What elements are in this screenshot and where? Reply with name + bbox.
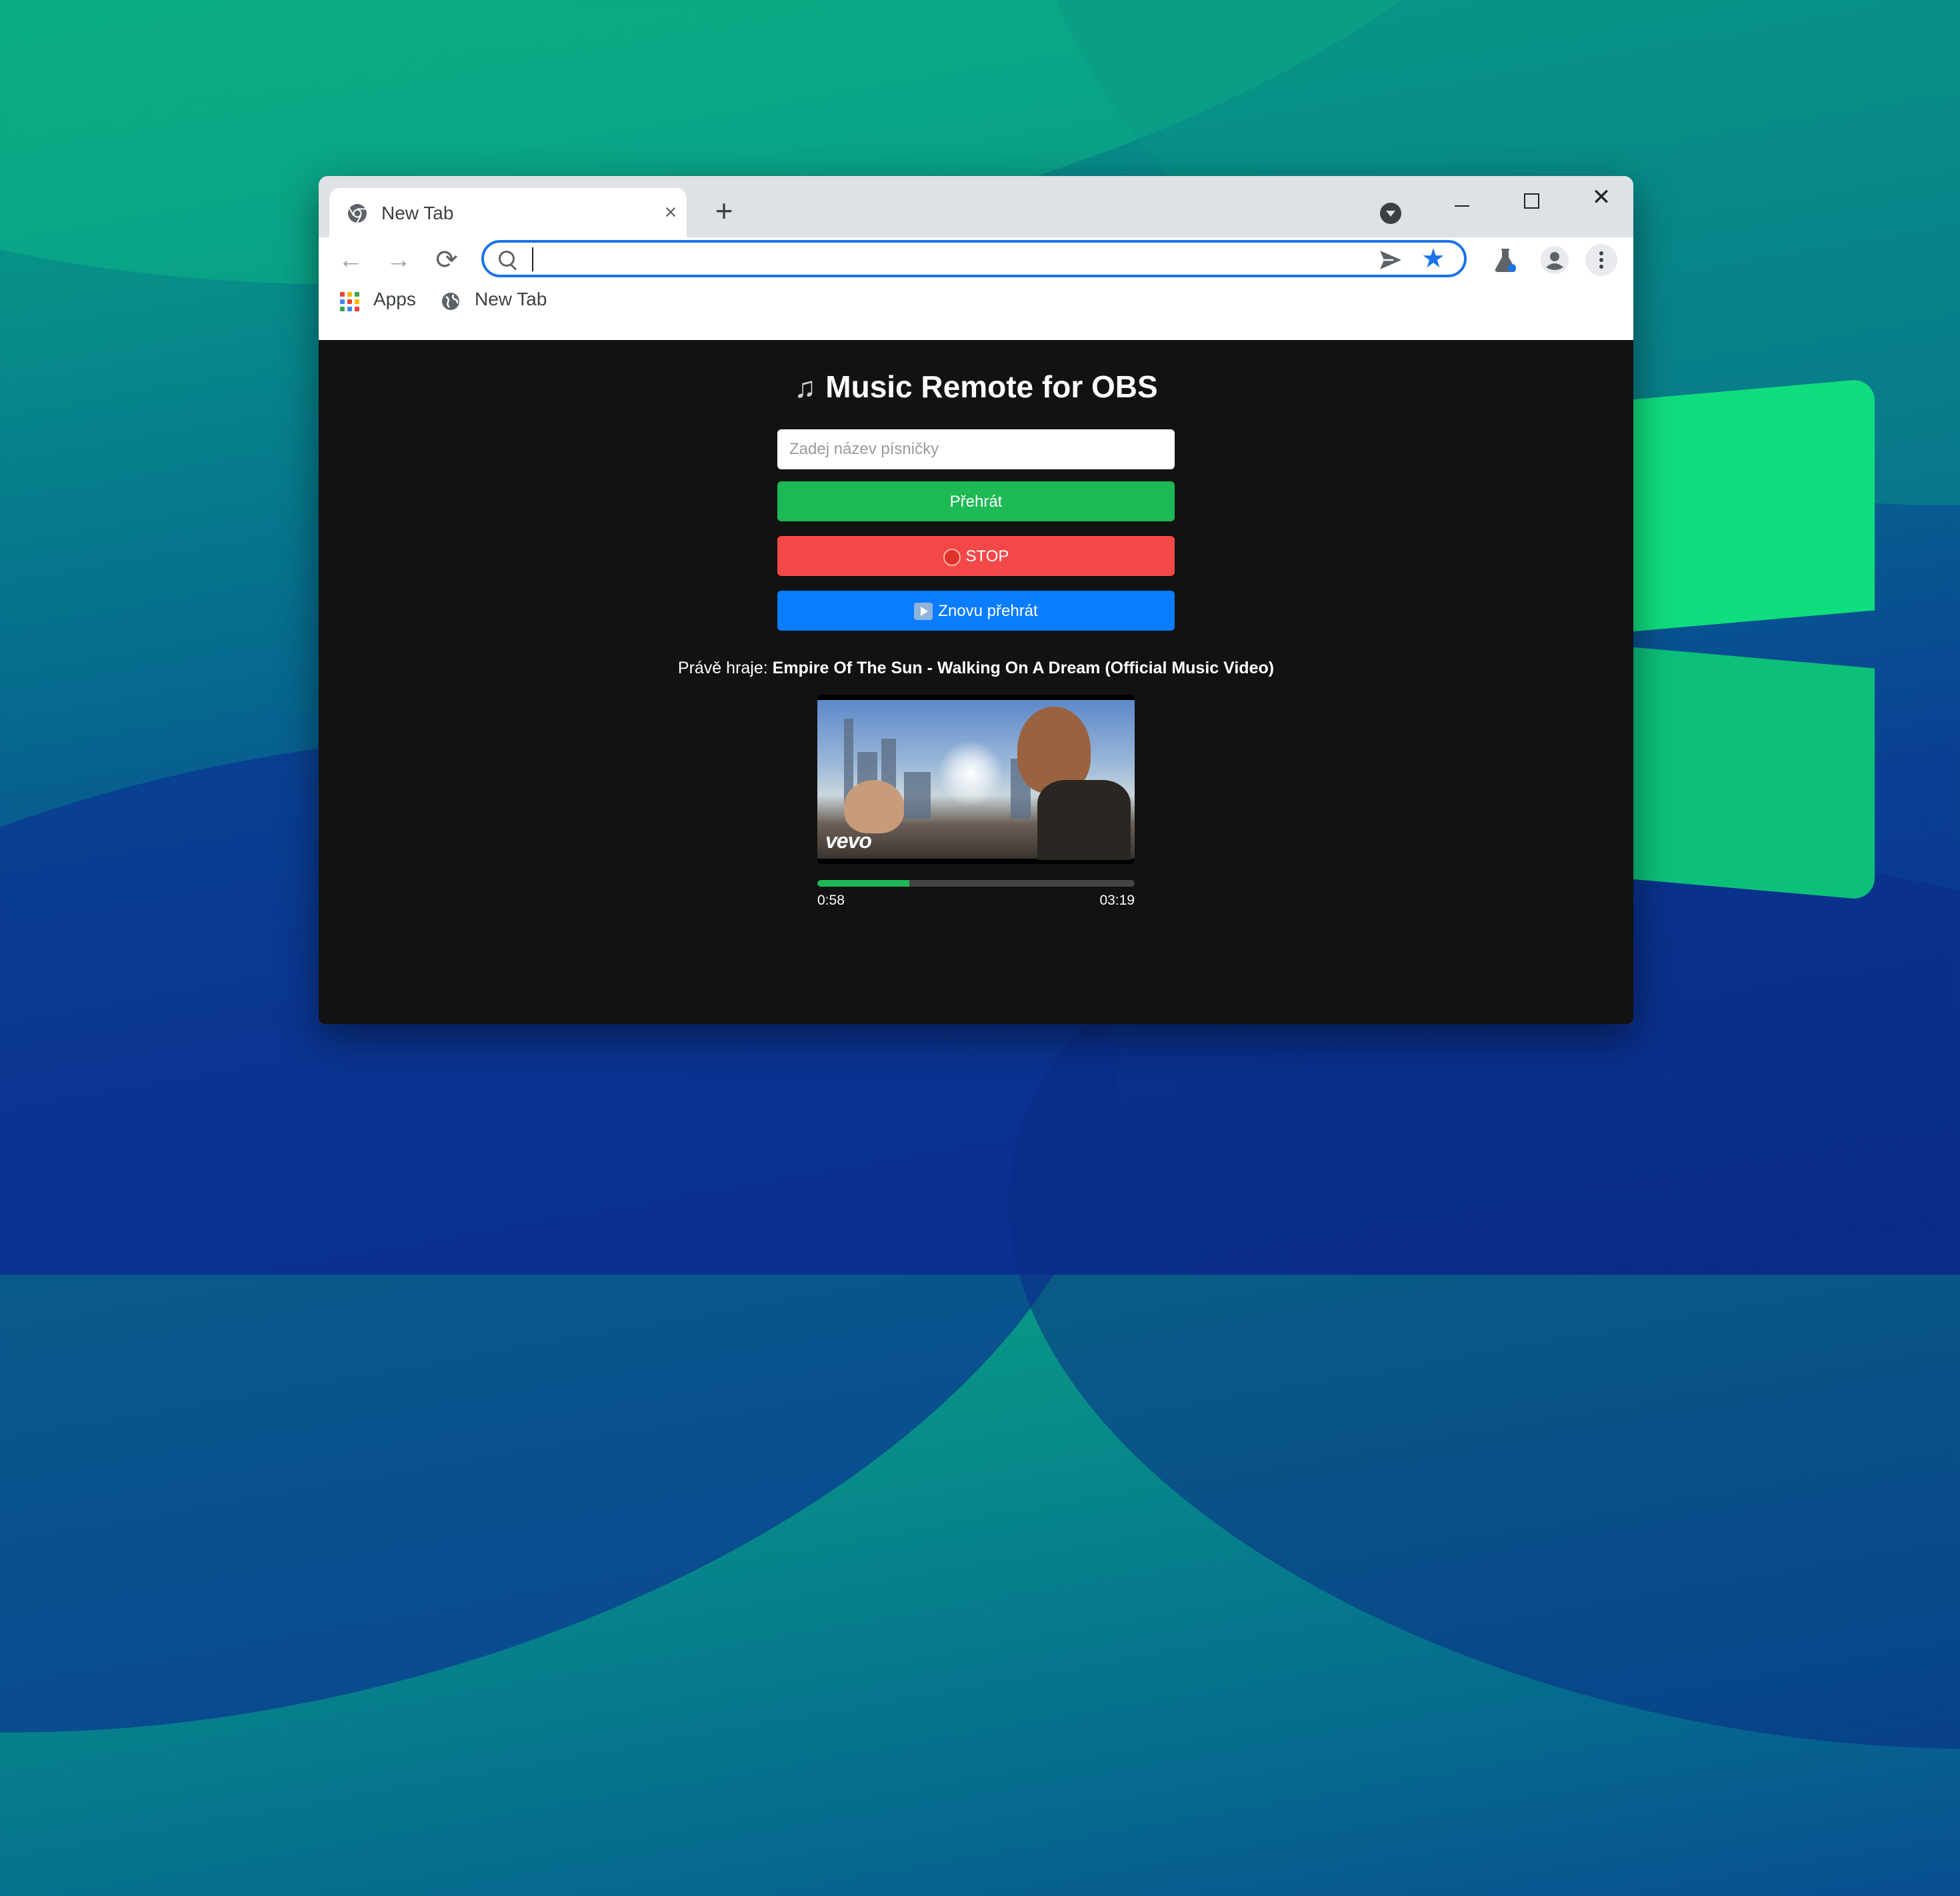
apps-grid-icon[interactable] (340, 292, 360, 312)
bookmark-apps[interactable]: Apps (373, 283, 416, 316)
play-button[interactable]: Přehrát (777, 481, 1175, 521)
new-tab-button[interactable]: + (708, 195, 740, 228)
vevo-logo: vevo (825, 829, 872, 853)
minimize-button[interactable] (1441, 184, 1481, 217)
tab-new-tab[interactable]: New Tab × (329, 188, 687, 237)
address-bar[interactable]: ★ (481, 240, 1467, 277)
address-input[interactable] (531, 247, 1367, 272)
replay-button-label: Znovu přehrát (938, 602, 1038, 620)
current-time: 0:58 (817, 893, 845, 908)
bookmark-new-tab[interactable]: New Tab (475, 283, 547, 316)
profile-icon[interactable] (1539, 244, 1571, 276)
page-title-text: Music Remote for OBS (825, 369, 1158, 404)
tab-title: New Tab (381, 203, 454, 223)
page-content: ♫Music Remote for OBS Přehrát STOP Znovu… (319, 340, 1633, 1024)
total-time: 03:19 (1099, 893, 1135, 908)
search-icon (499, 251, 515, 267)
playback-progress-bar[interactable] (817, 880, 1135, 887)
page-title: ♫ Music Remote for OBS (319, 368, 1633, 407)
send-icon[interactable] (1377, 248, 1404, 272)
stop-button[interactable]: STOP (777, 536, 1175, 576)
bookmarks-bar: Apps New Tab (319, 283, 1633, 316)
video-frame: vevo (817, 700, 1135, 860)
chrome-icon (348, 204, 367, 223)
video-thumbnail: vevo (817, 695, 1135, 864)
browser-toolbar: ← → ⟳ ★ (319, 237, 1633, 283)
browser-window: New Tab × + ✕ ← → ⟳ ★ Apps New Tab ♫ Mus… (319, 176, 1633, 1024)
thumbnail-figure (844, 780, 904, 833)
music-note-icon: ♫ (794, 371, 817, 404)
now-playing: Právě hraje: Empire Of The Sun - Walking… (319, 657, 1633, 679)
thumbnail-figure (1037, 780, 1131, 860)
bookmark-star-icon[interactable]: ★ (1421, 244, 1445, 273)
menu-icon[interactable] (1585, 244, 1617, 276)
tab-strip: New Tab × + ✕ (319, 176, 1633, 237)
stop-sign-icon (943, 549, 961, 566)
tab-close-icon[interactable]: × (659, 200, 683, 224)
now-playing-label: Právě hraje: (677, 659, 768, 677)
close-window-button[interactable]: ✕ (1581, 184, 1621, 217)
replay-button[interactable]: Znovu přehrát (777, 591, 1175, 631)
reload-icon[interactable]: ⟳ (432, 245, 461, 275)
forward-arrow-icon[interactable]: → (384, 245, 413, 275)
globe-icon (442, 293, 459, 310)
playback-progress-fill (817, 880, 910, 887)
labs-flask-icon[interactable] (1489, 244, 1521, 276)
now-playing-song: Empire Of The Sun - Walking On A Dream (… (772, 659, 1275, 677)
play-button-label: Přehrát (949, 493, 1003, 511)
song-search-input[interactable] (777, 429, 1175, 469)
maximize-button[interactable] (1511, 184, 1551, 217)
back-arrow-icon[interactable]: ← (336, 245, 365, 275)
text-cursor (532, 247, 533, 271)
stop-button-label: STOP (965, 547, 1009, 565)
tab-search-icon[interactable] (1380, 203, 1401, 224)
play-icon (914, 603, 933, 620)
